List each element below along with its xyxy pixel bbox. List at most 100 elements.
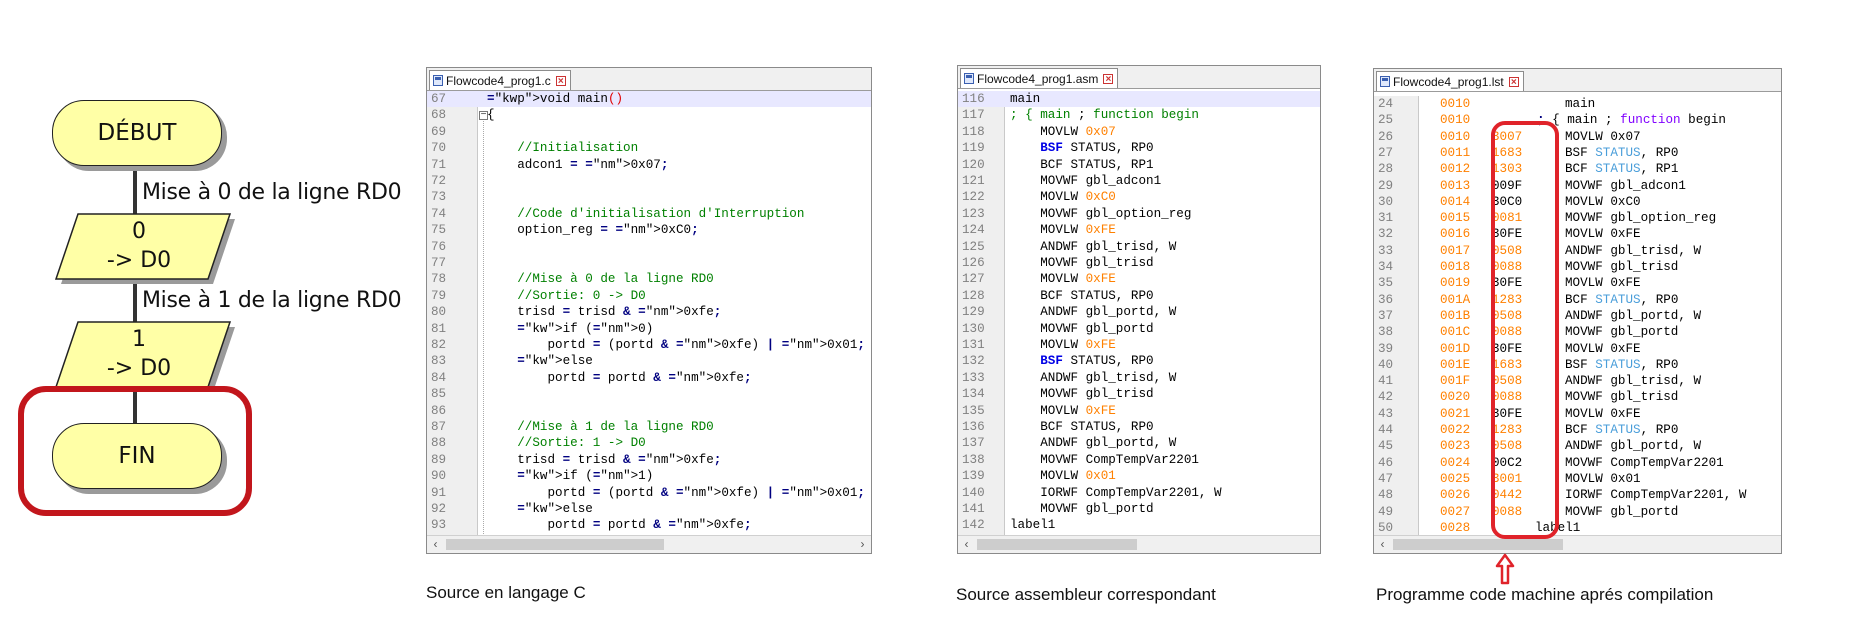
- scroll-thumb[interactable]: [977, 539, 1137, 550]
- code-line[interactable]: 28 0012 1303 BCF STATUS, RP1: [1374, 161, 1781, 177]
- horizontal-scrollbar[interactable]: ‹ ›: [427, 535, 871, 553]
- tab-lst-file[interactable]: Flowcode4_prog1.lst ×: [1376, 71, 1524, 91]
- code-line[interactable]: 40 001E 1683 BSF STATUS, RP0: [1374, 357, 1781, 373]
- code-line[interactable]: 89 trisd = trisd & ="nm">0xfe;: [427, 452, 871, 468]
- code-line[interactable]: 128 BCF STATUS, RP0: [958, 288, 1320, 304]
- code-line[interactable]: 45 0023 0508 ANDWF gbl_portd, W: [1374, 438, 1781, 454]
- scroll-left-icon[interactable]: ‹: [1374, 536, 1391, 553]
- code-line[interactable]: 27 0011 1683 BSF STATUS, RP0: [1374, 145, 1781, 161]
- code-line[interactable]: 25 0010 ; { main ; function begin: [1374, 112, 1781, 128]
- code-line[interactable]: 124 MOVLW 0xFE: [958, 222, 1320, 238]
- horizontal-scrollbar[interactable]: ‹: [1374, 535, 1781, 553]
- code-line[interactable]: 48 0026 0442 IORWF CompTempVar2201, W: [1374, 487, 1781, 503]
- code-line[interactable]: 37 001B 0508 ANDWF gbl_portd, W: [1374, 308, 1781, 324]
- code-line[interactable]: 123 MOVWF gbl_option_reg: [958, 206, 1320, 222]
- scroll-left-icon[interactable]: ‹: [958, 536, 975, 553]
- code-line[interactable]: 118 MOVLW 0x07: [958, 124, 1320, 140]
- code-line[interactable]: 39 001D 30FE MOVLW 0xFE: [1374, 341, 1781, 357]
- code-line[interactable]: 121 MOVWF gbl_adcon1: [958, 173, 1320, 189]
- code-line[interactable]: 43 0021 30FE MOVLW 0xFE: [1374, 406, 1781, 422]
- code-line[interactable]: 77: [427, 255, 871, 271]
- code-line[interactable]: 67 ="kwp">void main(): [427, 91, 871, 108]
- scroll-left-icon[interactable]: ‹: [427, 536, 444, 553]
- code-line[interactable]: 44 0022 1283 BCF STATUS, RP0: [1374, 422, 1781, 438]
- code-line[interactable]: 41 001F 0508 ANDWF gbl_trisd, W: [1374, 373, 1781, 389]
- code-line[interactable]: 26 0010 3007 MOVLW 0x07: [1374, 129, 1781, 145]
- code-line[interactable]: 34 0018 0088 MOVWF gbl_trisd: [1374, 259, 1781, 275]
- code-line[interactable]: 117 ; { main ; function begin: [958, 107, 1320, 123]
- code-line[interactable]: 141 MOVWF gbl_portd: [958, 501, 1320, 517]
- code-line[interactable]: 88 //Sortie: 1 -> D0: [427, 435, 871, 451]
- code-line[interactable]: 32 0016 30FE MOVLW 0xFE: [1374, 226, 1781, 242]
- code-area[interactable]: 24 0010 main 25 0010 ; { main ; function begi…: [1374, 96, 1781, 536]
- scroll-thumb[interactable]: [446, 539, 664, 550]
- code-line[interactable]: 120 BCF STATUS, RP1: [958, 157, 1320, 173]
- code-line[interactable]: 132 BSF STATUS, RP0: [958, 353, 1320, 369]
- code-line[interactable]: 79 //Sortie: 0 -> D0: [427, 288, 871, 304]
- code-line[interactable]: 31 0015 0081 MOVWF gbl_option_reg: [1374, 210, 1781, 226]
- close-icon[interactable]: ×: [555, 75, 566, 86]
- code-line[interactable]: 29 0013 009F MOVWF gbl_adcon1: [1374, 178, 1781, 194]
- code-line[interactable]: 134 MOVWF gbl_trisd: [958, 386, 1320, 402]
- scroll-thumb[interactable]: [1393, 539, 1563, 550]
- code-line[interactable]: 47 0025 3001 MOVLW 0x01: [1374, 471, 1781, 487]
- scroll-right-icon[interactable]: ›: [854, 536, 871, 553]
- code-line[interactable]: 74 //Code d'initialisation d'Interruptio…: [427, 206, 871, 222]
- tab-asm-file[interactable]: Flowcode4_prog1.asm ×: [960, 68, 1119, 88]
- code-line[interactable]: 126 MOVWF gbl_trisd: [958, 255, 1320, 271]
- code-line[interactable]: 49 0027 0088 MOVWF gbl_portd: [1374, 504, 1781, 520]
- code-line[interactable]: 85: [427, 386, 871, 402]
- code-line[interactable]: 129 ANDWF gbl_portd, W: [958, 304, 1320, 320]
- code-line[interactable]: 36 001A 1283 BCF STATUS, RP0: [1374, 292, 1781, 308]
- code-line[interactable]: 90 ="kw">if (="nm">1): [427, 468, 871, 484]
- code-line[interactable]: 122 MOVLW 0xC0: [958, 189, 1320, 205]
- code-line[interactable]: 33 0017 0508 ANDWF gbl_trisd, W: [1374, 243, 1781, 259]
- code-line[interactable]: 80 trisd = trisd & ="nm">0xfe;: [427, 304, 871, 320]
- close-icon[interactable]: ×: [1508, 76, 1519, 87]
- code-line[interactable]: 30 0014 30C0 MOVLW 0xC0: [1374, 194, 1781, 210]
- code-line[interactable]: 87 //Mise à 1 de la ligne RD0: [427, 419, 871, 435]
- code-line[interactable]: 135 MOVLW 0xFE: [958, 403, 1320, 419]
- code-line[interactable]: 50 0028 label1: [1374, 520, 1781, 536]
- code-line[interactable]: 42 0020 0088 MOVWF gbl_trisd: [1374, 389, 1781, 405]
- code-line[interactable]: 69: [427, 124, 871, 140]
- editor-c-source[interactable]: Flowcode4_prog1.c × − 67 ="kwp">void main…: [426, 67, 872, 554]
- code-line[interactable]: 125 ANDWF gbl_trisd, W: [958, 239, 1320, 255]
- code-line[interactable]: 46 0024 00C2 MOVWF CompTempVar2201: [1374, 455, 1781, 471]
- code-area[interactable]: 116 main 117; { main ; function begin 118 M…: [958, 91, 1320, 536]
- code-line[interactable]: 140 IORWF CompTempVar2201, W: [958, 485, 1320, 501]
- code-line[interactable]: 139 MOVLW 0x01: [958, 468, 1320, 484]
- code-line[interactable]: 131 MOVLW 0xFE: [958, 337, 1320, 353]
- code-line[interactable]: 91 portd = (portd & ="nm">0xfe) | ="nm">…: [427, 485, 871, 501]
- editor-asm-source[interactable]: Flowcode4_prog1.asm × 116 main 117 ; { main…: [957, 65, 1321, 554]
- code-line[interactable]: 142 label1: [958, 517, 1320, 533]
- code-line[interactable]: 130 MOVWF gbl_portd: [958, 321, 1320, 337]
- code-line[interactable]: 138 MOVWF CompTempVar2201: [958, 452, 1320, 468]
- code-line[interactable]: 119 BSF STATUS, RP0: [958, 140, 1320, 156]
- code-line[interactable]: 116 main: [958, 91, 1320, 108]
- code-line[interactable]: 136 BCF STATUS, RP0: [958, 419, 1320, 435]
- code-line[interactable]: 83 ="kw">else: [427, 353, 871, 369]
- code-line[interactable]: 75 option_reg = ="nm">0xC0;: [427, 222, 871, 238]
- code-line[interactable]: 68 {: [427, 107, 871, 123]
- code-line[interactable]: 35 0019 30FE MOVLW 0xFE: [1374, 275, 1781, 291]
- code-line[interactable]: 86: [427, 403, 871, 419]
- code-line[interactable]: 92 ="kw">else: [427, 501, 871, 517]
- editor-lst-listing[interactable]: Flowcode4_prog1.lst × 24 0010 main 25 0010 ; …: [1373, 68, 1782, 554]
- code-line[interactable]: 81 ="kw">if (="nm">0): [427, 321, 871, 337]
- tab-c-file[interactable]: Flowcode4_prog1.c ×: [429, 70, 571, 90]
- code-line[interactable]: 71 adcon1 = ="nm">0x07;: [427, 157, 871, 173]
- code-line[interactable]: 73: [427, 189, 871, 205]
- code-line[interactable]: 133 ANDWF gbl_trisd, W: [958, 370, 1320, 386]
- code-line[interactable]: 93 portd = portd & ="nm">0xfe;: [427, 517, 871, 533]
- code-line[interactable]: 72: [427, 173, 871, 189]
- code-line[interactable]: 78 //Mise à 0 de la ligne RD0: [427, 271, 871, 287]
- horizontal-scrollbar[interactable]: ‹: [958, 535, 1320, 553]
- code-line[interactable]: 76: [427, 239, 871, 255]
- code-line[interactable]: 82 portd = (portd & ="nm">0xfe) | ="nm">…: [427, 337, 871, 353]
- code-line[interactable]: 84 portd = portd & ="nm">0xfe;: [427, 370, 871, 386]
- code-line[interactable]: 70 //Initialisation: [427, 140, 871, 156]
- code-line[interactable]: 127 MOVLW 0xFE: [958, 271, 1320, 287]
- code-line[interactable]: 38 001C 0088 MOVWF gbl_portd: [1374, 324, 1781, 340]
- code-area[interactable]: − 67 ="kwp">void main() 68{69 70 //Initiali…: [427, 91, 871, 536]
